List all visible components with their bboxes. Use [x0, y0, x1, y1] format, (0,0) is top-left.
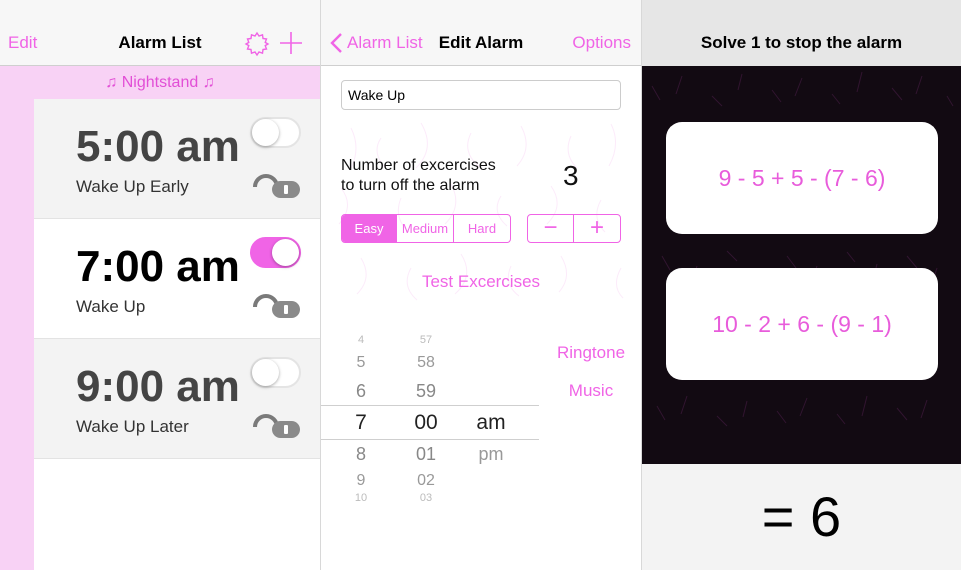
alarm-list-screen: Edit Alarm List ♫ Nightstand ♫ 5:00 am W… [0, 0, 320, 570]
picker-minute[interactable]: 03 [396, 492, 456, 504]
alarm-toggle[interactable] [250, 117, 301, 148]
alarm-row[interactable]: 5:00 am Wake Up Early [34, 99, 320, 219]
picker-minute-selected[interactable]: 00 [396, 411, 456, 435]
alarm-list-title: Alarm List [118, 33, 202, 52]
difficulty-medium[interactable]: Medium [397, 215, 454, 242]
stepper-minus-button[interactable]: − [528, 215, 575, 242]
picker-minute[interactable]: 02 [396, 472, 456, 490]
alarm-list-navbar: Edit Alarm List [0, 0, 320, 66]
add-alarm-button[interactable] [279, 30, 303, 56]
picker-minute[interactable]: 57 [396, 334, 456, 346]
section-side-strip [0, 99, 34, 570]
exercises-count: 3 [563, 160, 579, 191]
picker-minute[interactable]: 58 [396, 354, 456, 372]
answer-display: = 6 [642, 464, 961, 570]
difficulty-easy[interactable]: Easy [342, 215, 397, 242]
edit-alarm-screen: Alarm List Edit Alarm Options Wake Up Nu… [321, 0, 641, 570]
challenge-title: Solve 1 to stop the alarm [700, 33, 903, 52]
alarm-time: 9:00 am [76, 362, 240, 411]
alarm-toggle[interactable] [250, 237, 301, 268]
picker-selection-top-line [321, 405, 539, 406]
edit-alarm-navbar: Alarm List Edit Alarm Options [321, 0, 641, 66]
alarm-row[interactable]: 7:00 am Wake Up [34, 219, 320, 339]
picker-ampm[interactable]: pm [461, 444, 521, 465]
exercises-stepper: − + [527, 214, 621, 243]
difficulty-segmented-control: Easy Medium Hard [341, 214, 511, 243]
picker-minute[interactable]: 59 [396, 381, 456, 402]
music-button[interactable]: Music [541, 381, 641, 401]
alarm-row[interactable]: 9:00 am Wake Up Later [34, 339, 320, 459]
test-exercises-button[interactable]: Test Excercises [321, 272, 641, 292]
stepper-plus-button[interactable]: + [574, 215, 620, 242]
picker-hour[interactable]: 8 [331, 444, 391, 465]
picker-hour[interactable]: 4 [331, 334, 391, 346]
exercises-label-line1: Number of excercises [341, 157, 496, 174]
picker-hour[interactable]: 9 [331, 472, 391, 490]
gear-icon[interactable] [244, 31, 270, 57]
picker-hour[interactable]: 6 [331, 381, 391, 402]
picker-hour-selected[interactable]: 7 [331, 411, 391, 435]
exercises-label-line2: to turn off the alarm [341, 177, 480, 194]
picker-hour[interactable]: 10 [331, 492, 391, 504]
lock-toggle-icon[interactable] [252, 409, 302, 443]
alarm-label: Wake Up [76, 297, 146, 316]
options-button[interactable]: Options [572, 33, 631, 53]
challenge-screen: Solve 1 to stop the alarm 9 - 5 + 5 - (7… [642, 0, 961, 570]
challenge-navbar: Solve 1 to stop the alarm [642, 0, 961, 66]
section-header-nightstand: ♫ Nightstand ♫ [0, 66, 320, 99]
alarm-time: 5:00 am [76, 122, 240, 171]
alarm-label: Wake Up Later [76, 417, 189, 436]
alarm-name-input[interactable]: Wake Up [341, 80, 621, 110]
lock-toggle-icon[interactable] [252, 169, 302, 203]
time-picker[interactable]: 4 5 6 7 8 9 10 57 58 59 00 01 02 03 am p… [321, 332, 539, 508]
picker-hour[interactable]: 5 [331, 354, 391, 372]
exercises-label: Number of excercises to turn off the ala… [341, 156, 496, 196]
alarm-label: Wake Up Early [76, 177, 189, 196]
ringtone-button[interactable]: Ringtone [541, 343, 641, 363]
alarm-time: 7:00 am [76, 242, 240, 291]
math-option-card[interactable]: 9 - 5 + 5 - (7 - 6) [666, 122, 938, 234]
math-option-card[interactable]: 10 - 2 + 6 - (9 - 1) [666, 268, 938, 380]
difficulty-hard[interactable]: Hard [454, 215, 510, 242]
picker-ampm-selected[interactable]: am [461, 411, 521, 435]
picker-selection-bottom-line [321, 439, 539, 440]
picker-minute[interactable]: 01 [396, 444, 456, 465]
lock-toggle-icon[interactable] [252, 289, 302, 323]
plus-icon [280, 32, 302, 54]
alarm-toggle[interactable] [250, 357, 301, 388]
